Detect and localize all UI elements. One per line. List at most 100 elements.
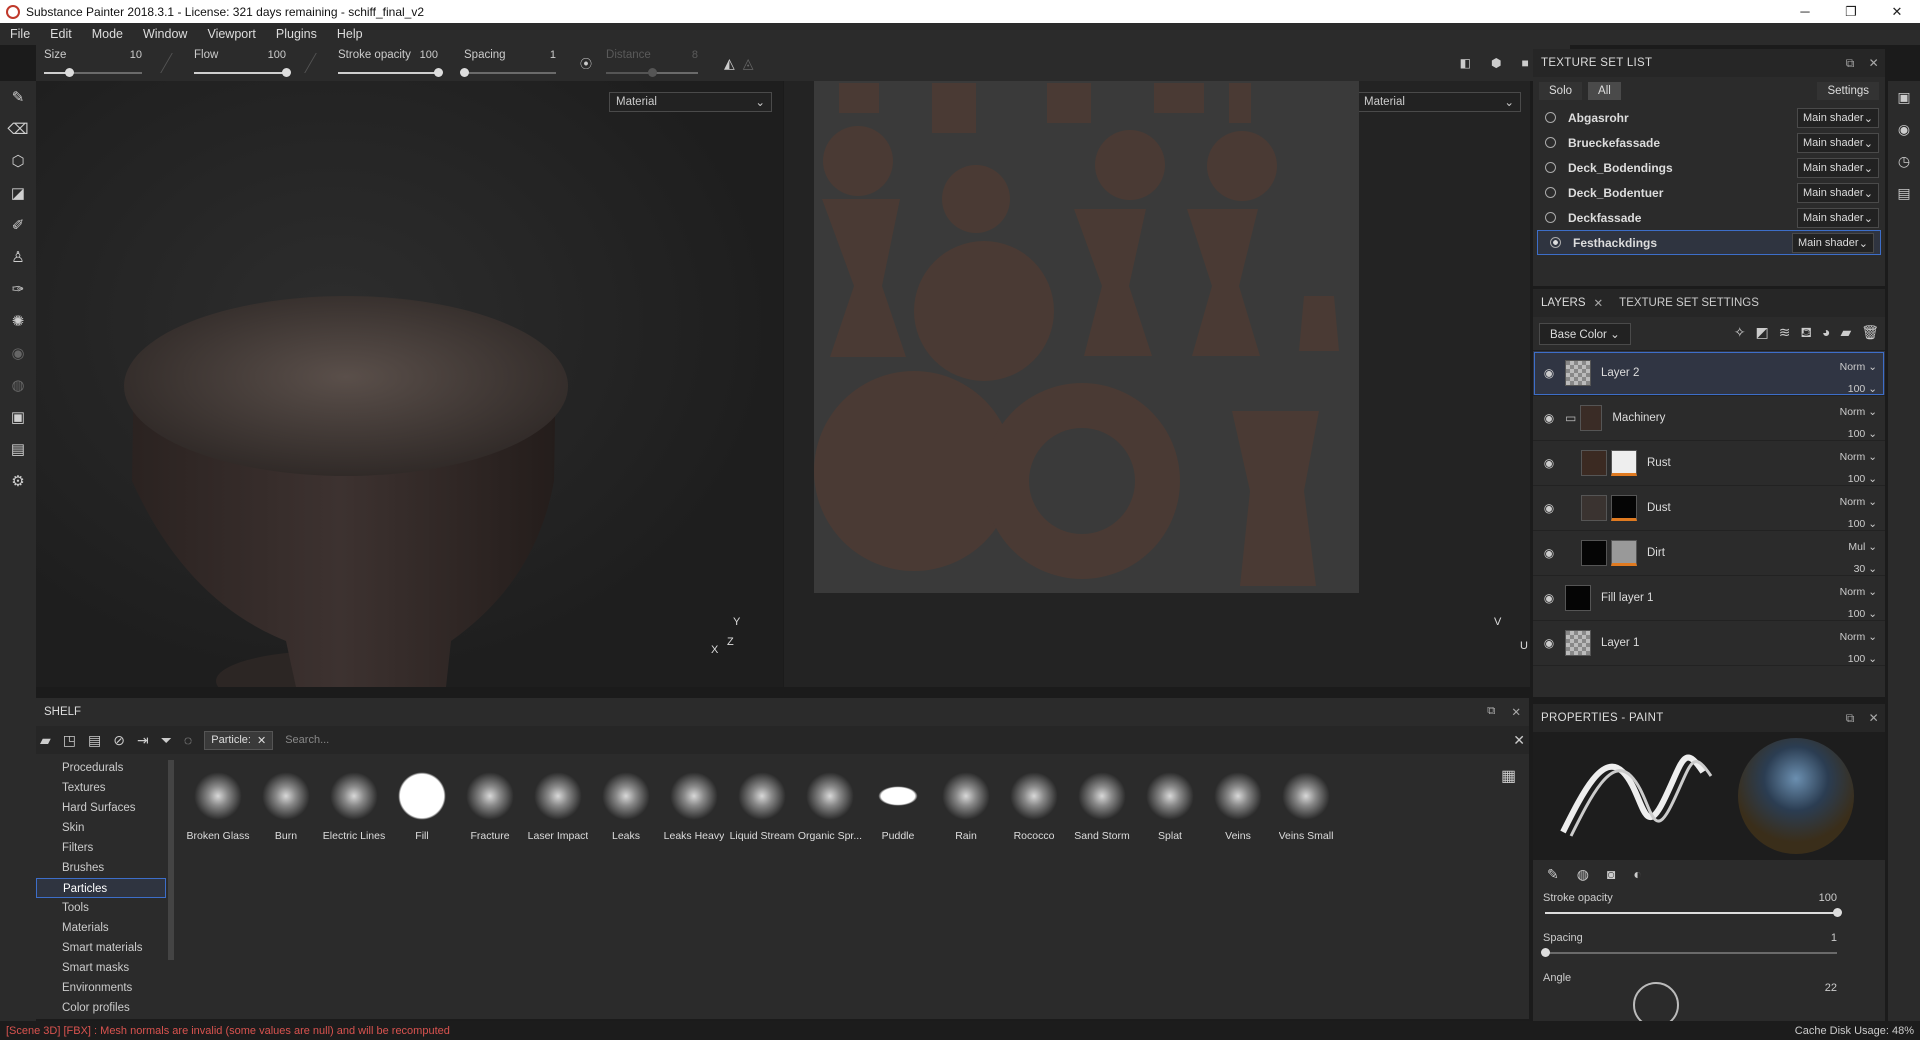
menu-edit[interactable]: Edit xyxy=(40,27,82,41)
shelf-item[interactable]: Electric Lines xyxy=(320,768,388,842)
particle-brush-icon[interactable]: ✺ xyxy=(0,305,36,337)
mask-thumbnail[interactable] xyxy=(1611,540,1637,566)
settings-button[interactable]: Settings xyxy=(1817,82,1879,100)
layer-opacity[interactable]: 100 xyxy=(1848,383,1866,395)
folder-icon[interactable]: ▰ xyxy=(40,732,51,749)
layer-row[interactable]: ◉ Layer 1 Norm ⌄ 100 ⌄ xyxy=(1533,621,1885,666)
add-paint-layer-icon[interactable]: ⛾ xyxy=(1801,324,1812,343)
bake-icon[interactable]: ◉ xyxy=(0,337,36,369)
shelf-category[interactable]: Filters xyxy=(36,838,166,858)
tab-texture-set-settings[interactable]: TEXTURE SET SETTINGS xyxy=(1611,297,1767,309)
camera-icon[interactable]: ■ xyxy=(1522,56,1529,70)
save-icon[interactable]: ▤ xyxy=(88,732,101,749)
mask-thumbnail[interactable] xyxy=(1611,495,1637,521)
visibility-eye-icon[interactable]: ◉ xyxy=(1533,546,1565,560)
visibility-eye-icon[interactable]: ◉ xyxy=(1533,456,1565,470)
shader-select[interactable]: Main shader ⌄ xyxy=(1797,132,1879,153)
layer-opacity[interactable]: 100 xyxy=(1848,518,1866,530)
shelf-item[interactable]: Leaks Heavy xyxy=(660,768,728,842)
layer-row[interactable]: ◉ Dust Norm ⌄ 100 ⌄ xyxy=(1533,486,1885,531)
shelf-item[interactable]: Liquid Stream xyxy=(728,768,796,842)
shelf-category[interactable]: Materials xyxy=(36,918,166,938)
undock-icon[interactable]: ⧉ xyxy=(1846,56,1855,71)
shelf-item[interactable]: Leaks xyxy=(592,768,660,842)
shelf-scrollbar[interactable] xyxy=(168,760,174,960)
symmetry-settings-icon[interactable]: ◬ xyxy=(743,55,754,72)
spacing-property-value[interactable]: 1 xyxy=(1831,932,1837,944)
size-value[interactable]: 10 xyxy=(130,49,142,61)
spacing-value[interactable]: 1 xyxy=(550,49,556,61)
visibility-eye-icon[interactable]: ◉ xyxy=(1533,366,1565,380)
add-mask-icon[interactable]: ◩ xyxy=(1756,324,1769,343)
shelf-item[interactable]: Sand Storm xyxy=(1068,768,1136,842)
view-cube-icon[interactable]: ⬢ xyxy=(1491,56,1501,70)
grid-view-icon[interactable]: ▦ xyxy=(1501,766,1516,786)
flow-slider[interactable]: Flow 100 xyxy=(186,45,291,81)
undock-icon[interactable]: ⧉ xyxy=(1846,711,1855,726)
hide-icon[interactable]: ⊘ xyxy=(113,732,125,749)
solo-radio[interactable] xyxy=(1545,112,1556,123)
close-icon[interactable]: ✕ xyxy=(1869,711,1879,726)
tab-layers[interactable]: LAYERS xyxy=(1533,297,1594,309)
menu-mode[interactable]: Mode xyxy=(82,27,133,41)
layer-row[interactable]: ◉ Dirt Mul ⌄ 30 ⌄ xyxy=(1533,531,1885,576)
blend-mode[interactable]: Norm ⌄ 100 ⌄ xyxy=(1840,401,1877,445)
clone-stamp-icon[interactable]: ♙ xyxy=(0,241,36,273)
alpha-tab-icon[interactable]: ◍ xyxy=(1577,866,1589,883)
polygon-fill-icon[interactable]: ◪ xyxy=(0,177,36,209)
texture-set-row[interactable]: Brueckefassade Main shader ⌄ xyxy=(1533,130,1885,155)
status-error-message[interactable]: [Scene 3D] [FBX] : Mesh normals are inva… xyxy=(6,1025,450,1037)
stroke-opacity-slider[interactable]: Stroke opacity 100 xyxy=(330,45,443,81)
shelf-item[interactable]: Puddle xyxy=(864,768,932,842)
visibility-eye-icon[interactable]: ◉ xyxy=(1533,411,1565,425)
shader-select[interactable]: Main shader ⌄ xyxy=(1792,232,1874,253)
delete-layer-icon[interactable]: 🗑 xyxy=(1861,324,1879,343)
stroke-opacity-property[interactable]: Stroke opacity 100 xyxy=(1533,888,1885,928)
add-folder-icon[interactable]: ▰ xyxy=(1840,324,1851,343)
angle-property[interactable]: Angle 22 xyxy=(1533,968,1885,1028)
angle-property-value[interactable]: 22 xyxy=(1825,982,1837,994)
shelf-category[interactable]: Smart masks xyxy=(36,958,166,978)
shelf-category[interactable]: Smart materials xyxy=(36,938,166,958)
new-tab-icon[interactable]: ◳ xyxy=(63,732,76,749)
shelf-category-selected[interactable]: Particles xyxy=(36,878,166,898)
solo-radio[interactable] xyxy=(1545,162,1556,173)
layer-opacity[interactable]: 100 xyxy=(1848,608,1866,620)
texture-set-row[interactable]: Abgasrohr Main shader ⌄ xyxy=(1533,105,1885,130)
mask-thumbnail[interactable] xyxy=(1611,450,1637,476)
visibility-eye-icon[interactable]: ◉ xyxy=(1533,501,1565,515)
visibility-eye-icon[interactable]: ◉ xyxy=(1533,636,1565,650)
shader-select[interactable]: Main shader ⌄ xyxy=(1797,157,1879,178)
stroke-opacity-property-value[interactable]: 100 xyxy=(1819,892,1837,904)
display-settings-icon[interactable]: ▣ xyxy=(1888,81,1920,113)
material-tab-icon[interactable]: ◐ xyxy=(1633,866,1641,882)
shelf-category[interactable]: Skin xyxy=(36,818,166,838)
shader-select[interactable]: Main shader ⌄ xyxy=(1797,207,1879,228)
shelf-item[interactable]: Fill xyxy=(388,768,456,842)
log-icon[interactable]: ▤ xyxy=(1888,177,1920,209)
add-smart-material-icon[interactable]: ◕ xyxy=(1822,324,1830,343)
menu-plugins[interactable]: Plugins xyxy=(266,27,327,41)
layer-opacity[interactable]: 100 xyxy=(1848,653,1866,665)
texture-set-row[interactable]: Deck_Bodendings Main shader ⌄ xyxy=(1533,155,1885,180)
shelf-item[interactable]: Rococco xyxy=(1000,768,1068,842)
spacing-property[interactable]: Spacing 1 xyxy=(1533,928,1885,968)
solo-radio[interactable] xyxy=(1550,237,1561,248)
shelf-category[interactable]: Color profiles xyxy=(36,998,166,1018)
texture-set-row[interactable]: Deck_Bodentuer Main shader ⌄ xyxy=(1533,180,1885,205)
shelf-category[interactable]: Procedurals xyxy=(36,758,166,778)
shelf-item[interactable]: Veins xyxy=(1204,768,1272,842)
menu-window[interactable]: Window xyxy=(133,27,197,41)
shelf-category[interactable]: Tools xyxy=(36,898,166,918)
brush-tab-icon[interactable]: ✎ xyxy=(1547,866,1559,883)
history-icon[interactable]: ◷ xyxy=(1888,145,1920,177)
close-icon[interactable]: ✕ xyxy=(1869,56,1879,71)
close-icon[interactable]: ✕ xyxy=(1511,705,1521,719)
color-picker-icon[interactable]: ✑ xyxy=(0,273,36,305)
add-fill-layer-icon[interactable]: ≋ xyxy=(1779,324,1791,343)
shelf-item[interactable]: Organic Spr... xyxy=(796,768,864,842)
channel-select[interactable]: Base Color ⌄ xyxy=(1539,322,1631,345)
close-window-button[interactable]: ✕ xyxy=(1874,0,1920,23)
shelf-category[interactable]: Brushes xyxy=(36,858,166,878)
layer-row[interactable]: ◉ Rust Norm ⌄ 100 ⌄ xyxy=(1533,441,1885,486)
